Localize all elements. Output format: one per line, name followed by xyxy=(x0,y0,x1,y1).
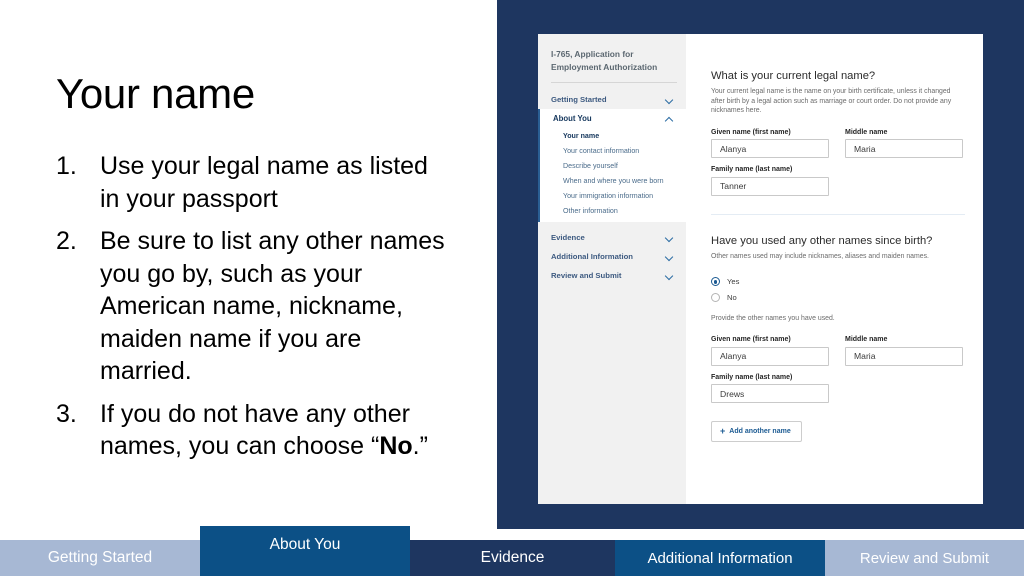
other-given-name-input[interactable]: Alanya xyxy=(711,346,829,366)
slide: Your name 1. Use your legal name as list… xyxy=(0,0,1024,576)
chevron-down-icon xyxy=(666,96,674,104)
other-middle-name-input[interactable]: Maria xyxy=(845,346,963,366)
tab-about-you[interactable]: About You xyxy=(200,526,410,576)
radio-no-label: No xyxy=(727,293,737,303)
list-item: 2. Be sure to list any other names you g… xyxy=(56,225,446,388)
other-given-name-label: Given name (first name) xyxy=(711,336,791,344)
section-divider xyxy=(711,213,965,215)
form-sidebar: I-765, Application for Employment Author… xyxy=(538,34,686,504)
legal-name-question: What is your current legal name? xyxy=(711,70,876,82)
radio-yes-icon[interactable] xyxy=(711,277,720,287)
other-family-name-input[interactable]: Drews xyxy=(711,384,829,404)
given-name-input[interactable]: Alanya xyxy=(711,139,829,159)
radio-no-icon[interactable] xyxy=(711,293,720,303)
tab-about-you-label: About You xyxy=(269,536,341,553)
legal-name-row-1: Given name (first name) Alanya Middle na… xyxy=(711,129,965,159)
sidebar-item-label: Review and Submit xyxy=(551,271,622,280)
chevron-up-icon xyxy=(666,115,674,123)
tab-additional-information-label: Additional Information xyxy=(647,549,793,567)
bullet-text: If you do not have any other names, you … xyxy=(100,398,446,463)
sidebar-item-about-you[interactable]: About You xyxy=(540,109,686,128)
family-name-input[interactable]: Tanner xyxy=(711,176,829,196)
sidebar-item-describe-yourself[interactable]: Describe yourself xyxy=(540,158,686,173)
family-name-label: Family name (last name) xyxy=(711,166,793,174)
sidebar-item-evidence[interactable]: Evidence xyxy=(538,228,686,247)
middle-name-field-group: Middle name Maria xyxy=(845,129,963,159)
other-middle-name-field-group: Middle name Maria xyxy=(845,336,963,366)
chevron-down-icon xyxy=(666,272,674,280)
middle-name-label: Middle name xyxy=(845,128,888,136)
bullet-number: 3. xyxy=(56,399,77,428)
bullet-text-emphasis: No xyxy=(379,432,413,460)
given-name-field-group: Given name (first name) Alanya xyxy=(711,129,829,159)
sidebar-item-label: About You xyxy=(553,114,592,123)
chevron-down-icon xyxy=(666,253,674,261)
sidebar-item-review-and-submit[interactable]: Review and Submit xyxy=(538,266,686,285)
legal-name-help-text: Your current legal name is the name on y… xyxy=(711,88,952,115)
sidebar-item-label: Evidence xyxy=(551,233,585,242)
radio-yes-label: Yes xyxy=(727,277,740,287)
list-item: 3. If you do not have any other names, y… xyxy=(56,398,446,463)
page-title: Your name xyxy=(56,70,255,117)
chevron-down-icon xyxy=(666,234,674,242)
other-names-question: Have you used any other names since birt… xyxy=(711,234,933,247)
other-family-name-label: Family name (last name) xyxy=(711,373,793,381)
add-another-name-label: Add another name xyxy=(729,428,791,436)
tab-review-and-submit[interactable]: Review and Submit xyxy=(825,540,1024,576)
tab-review-and-submit-label: Review and Submit xyxy=(859,549,990,567)
legal-name-row-2: Family name (last name) Tanner xyxy=(711,166,965,196)
bullet-number: 1. xyxy=(56,152,77,180)
sidebar-item-getting-started[interactable]: Getting Started xyxy=(538,90,686,109)
bullet-number: 2. xyxy=(56,227,77,255)
bullet-text: Be sure to list any other names you go b… xyxy=(100,227,445,385)
sidebar-item-label: Getting Started xyxy=(551,95,607,104)
bottom-tab-bar: Getting Started About You Evidence Addit… xyxy=(0,505,1024,576)
sidebar-item-your-contact-information[interactable]: Your contact information xyxy=(540,143,686,158)
add-another-name-button[interactable]: + Add another name xyxy=(711,421,802,443)
plus-icon: + xyxy=(720,426,726,437)
sidebar-divider xyxy=(551,82,677,83)
middle-name-input[interactable]: Maria xyxy=(845,139,963,159)
sidebar-item-your-name[interactable]: Your name xyxy=(540,128,686,143)
tab-additional-information[interactable]: Additional Information xyxy=(615,540,825,576)
sidebar-item-additional-information[interactable]: Additional Information xyxy=(538,247,686,266)
other-middle-name-label: Middle name xyxy=(845,336,888,344)
sidebar-item-other-information[interactable]: Other information xyxy=(540,203,686,218)
other-names-help-text: Other names used may include nicknames, … xyxy=(711,252,929,260)
provide-other-names-note: Provide the other names you have used. xyxy=(711,315,835,323)
form-main-panel: What is your current legal name? Your cu… xyxy=(686,34,983,504)
bullet-text: Use your legal name as listed in your pa… xyxy=(100,152,428,213)
tab-getting-started-label: Getting Started xyxy=(47,549,153,566)
bullet-text-part2: .” xyxy=(412,432,428,460)
given-name-label: Given name (first name) xyxy=(711,128,791,136)
family-name-field-group: Family name (last name) Tanner xyxy=(711,166,829,196)
sidebar-item-label: Additional Information xyxy=(551,252,633,261)
bullet-list: 1. Use your legal name as listed in your… xyxy=(56,150,446,473)
other-names-row-2: Family name (last name) Drews xyxy=(711,374,965,404)
other-names-row-1: Given name (first name) Alanya Middle na… xyxy=(711,336,965,366)
form-content: What is your current legal name? Your cu… xyxy=(711,70,965,443)
other-family-name-field-group: Family name (last name) Drews xyxy=(711,374,829,404)
bullet-text-part1: If you do not have any other names, you … xyxy=(100,399,410,461)
tab-getting-started[interactable]: Getting Started xyxy=(0,540,200,576)
sidebar-group-about-you: About You Your name Your contact informa… xyxy=(538,109,686,222)
tab-evidence-label: Evidence xyxy=(480,549,545,566)
radio-option-yes[interactable]: Yes xyxy=(711,277,965,287)
sidebar-nav-top: Getting Started About You Your name Your… xyxy=(538,90,686,285)
sidebar-item-when-and-where-you-were-born[interactable]: When and where you were born xyxy=(540,173,686,188)
other-given-name-field-group: Given name (first name) Alanya xyxy=(711,336,829,366)
app-screenshot-card: I-765, Application for Employment Author… xyxy=(538,34,983,504)
list-item: 1. Use your legal name as listed in your… xyxy=(56,150,446,215)
sidebar-item-your-immigration-information[interactable]: Your immigration information xyxy=(540,188,686,203)
radio-option-no[interactable]: No xyxy=(711,293,965,303)
tab-evidence[interactable]: Evidence xyxy=(410,540,615,576)
form-title: I-765, Application for Employment Author… xyxy=(551,49,658,72)
